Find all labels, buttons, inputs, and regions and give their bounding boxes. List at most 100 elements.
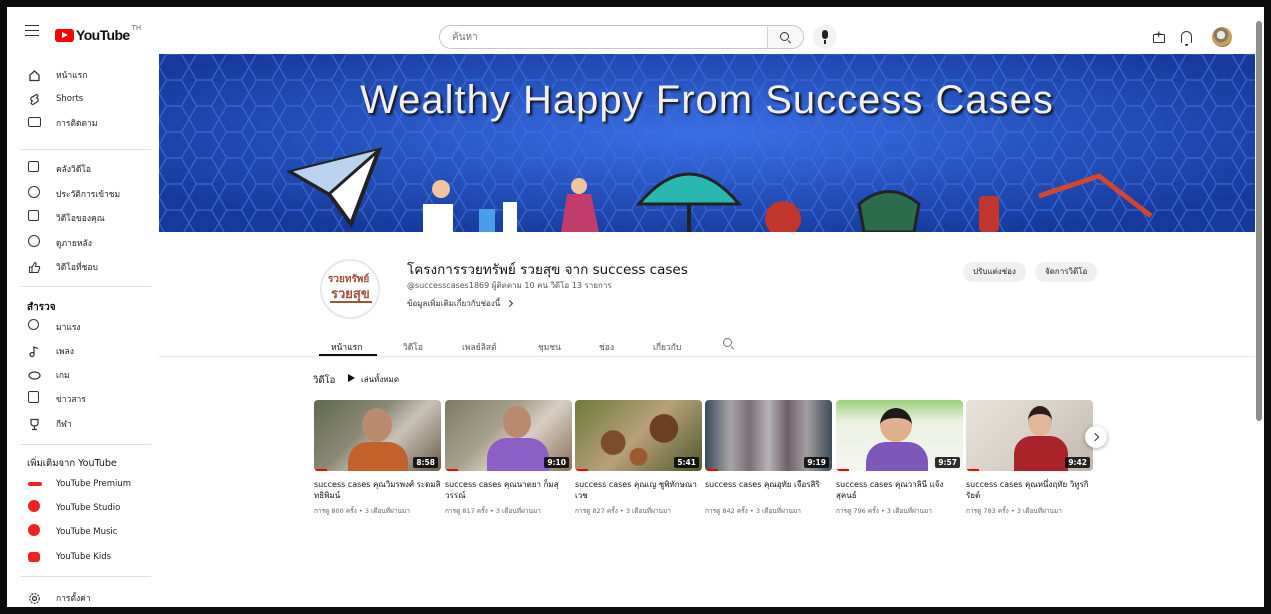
video-duration: 9:10 — [544, 457, 569, 468]
video-progress — [445, 469, 458, 471]
sidebar-item-youtube-kids[interactable]: YouTube Kids — [7, 545, 157, 569]
home-icon — [28, 67, 41, 82]
search-input[interactable] — [440, 26, 767, 48]
video-thumbnail[interactable]: 9:19 — [705, 400, 832, 471]
sidebar-item-settings[interactable]: การตั้งค่า — [7, 586, 157, 607]
voice-search-button[interactable] — [813, 25, 837, 49]
video-thumbnail[interactable]: 8:58 — [314, 400, 441, 471]
video-title[interactable]: success cases คุณหนึ่งฤทัย วิทูรกิรัยต์ — [966, 479, 1093, 501]
create-icon[interactable] — [1153, 30, 1165, 43]
video-duration: 5:41 — [674, 457, 699, 468]
video-title[interactable]: success cases คุณอุทัย เจือรสิริ — [705, 479, 832, 490]
sidebar-item-your-videos[interactable]: วิดีโอของคุณ — [7, 206, 157, 230]
country-code: TH — [131, 24, 142, 32]
video-card[interactable]: 9:10 success cases คุณนาตยา ก็มสุวรรณ์ ก… — [445, 400, 572, 530]
gear-icon — [28, 590, 41, 604]
thumbnail-face — [362, 408, 392, 442]
tab-community[interactable]: ชุมชน — [538, 340, 561, 354]
sidebar-item-shorts[interactable]: Shorts — [7, 87, 157, 111]
video-title[interactable]: success cases คุณวาลินี แจ้งสุคนธ์ — [836, 479, 963, 501]
tab-videos[interactable]: วิดีโอ — [403, 340, 423, 354]
sidebar-item-subscriptions[interactable]: การติดตาม — [7, 111, 157, 135]
play-all-label: เล่นทั้งหมด — [361, 375, 400, 384]
sidebar-divider — [21, 149, 151, 150]
video-card[interactable]: 9:57 success cases คุณวาลินี แจ้งสุคนธ์ … — [836, 400, 963, 530]
youtube-play-icon — [55, 28, 74, 42]
search-button[interactable] — [767, 26, 803, 48]
search-box — [439, 25, 804, 49]
sidebar-item-home[interactable]: หน้าแรก — [7, 63, 157, 87]
sidebar-item-watch-later[interactable]: ดูภายหลัง — [7, 231, 157, 255]
avatar[interactable] — [1212, 27, 1232, 47]
sidebar-item-label: Shorts — [56, 94, 84, 104]
chevron-right-icon — [505, 299, 513, 308]
tab-about[interactable]: เกี่ยวกับ — [653, 340, 681, 354]
menu-icon[interactable] — [25, 25, 39, 36]
sidebar-item-label: YouTube Kids — [56, 552, 112, 562]
your-videos-icon — [28, 210, 39, 221]
sidebar-item-label: เพลง — [56, 347, 74, 357]
sidebar-item-label: ดูภายหลัง — [56, 239, 92, 249]
video-card[interactable]: 9:19 success cases คุณอุทัย เจือรสิริ กา… — [705, 400, 832, 530]
video-thumbnail[interactable]: 9:10 — [445, 400, 572, 471]
shorts-icon — [28, 91, 41, 106]
bell-icon[interactable] — [1181, 31, 1192, 46]
sidebar-item-news[interactable]: ข่าวสาร — [7, 387, 157, 411]
sidebar-item-label: คลังวิดีโอ — [56, 165, 92, 175]
channel-more-info-link[interactable]: ข้อมูลเพิ่มเติมเกี่ยวกับช่องนี้ — [407, 297, 513, 310]
video-title[interactable]: success cases คุณนาตยา ก็มสุวรรณ์ — [445, 479, 572, 501]
sidebar-item-label: การตั้งค่า — [56, 594, 91, 604]
shelf-title: วิดีโอ — [313, 375, 336, 386]
library-icon — [28, 161, 39, 172]
sidebar-item-label: มาแรง — [56, 323, 81, 333]
youtube-logo[interactable]: YouTube TH — [55, 24, 142, 43]
video-thumbnail[interactable]: 9:57 — [836, 400, 963, 471]
video-card[interactable]: 5:41 success cases คุณเญ ชูพิทักษณาเวช ก… — [575, 400, 702, 530]
search-icon[interactable] — [723, 338, 732, 347]
video-title[interactable]: success cases คุณวิมรพงศ์ ระดมสิทธิพิมน์ — [314, 479, 441, 501]
video-duration: 9:19 — [804, 457, 829, 468]
more-info-text: ข้อมูลเพิ่มเติมเกี่ยวกับช่องนี้ — [407, 299, 501, 308]
video-card[interactable]: 8:58 success cases คุณวิมรพงศ์ ระดมสิทธิ… — [314, 400, 441, 530]
customize-channel-button[interactable]: ปรับแต่งช่อง — [963, 262, 1026, 282]
video-progress — [314, 469, 327, 471]
sidebar-item-label: เกม — [56, 371, 70, 381]
video-meta: การดู 842 ครั้ง • 3 เดือนที่ผ่านมา — [705, 507, 801, 515]
sidebar-item-trending[interactable]: มาแรง — [7, 315, 157, 339]
channel-banner: Wealthy Happy From Success Cases — [159, 54, 1255, 232]
video-progress — [705, 469, 718, 471]
sidebar-item-label: ประวัติการเข้าชม — [56, 190, 121, 200]
tab-channels[interactable]: ช่อง — [599, 340, 614, 354]
play-all-button[interactable]: เล่นทั้งหมด — [348, 373, 400, 386]
sidebar-item-label: YouTube Music — [56, 527, 118, 537]
video-card[interactable]: 9:42 success cases คุณหนึ่งฤทัย วิทูรกิร… — [966, 400, 1093, 530]
manage-videos-button[interactable]: จัดการวิดีโอ — [1035, 262, 1098, 282]
play-icon — [348, 374, 355, 382]
channel-avatar[interactable]: รวยทรัพย์ รวยสุข — [320, 259, 380, 319]
video-title[interactable]: success cases คุณเญ ชูพิทักษณาเวช — [575, 479, 702, 501]
video-progress — [575, 469, 588, 471]
youtube-music-icon — [28, 524, 40, 536]
video-thumbnail[interactable]: 9:42 — [966, 400, 1093, 471]
sidebar-item-music[interactable]: เพลง — [7, 339, 157, 363]
video-thumbnail[interactable]: 5:41 — [575, 400, 702, 471]
browser-page: YouTube TH หน้าแรก Shorts — [7, 7, 1264, 607]
youtube-premium-icon — [28, 482, 42, 486]
tab-playlists[interactable]: เพลย์ลิสต์ — [462, 340, 497, 354]
scrollbar[interactable] — [1256, 21, 1262, 421]
next-arrow-button[interactable] — [1085, 426, 1107, 448]
sidebar-item-youtube-studio[interactable]: YouTube Studio — [7, 496, 157, 520]
sidebar-item-gaming[interactable]: เกม — [7, 363, 157, 387]
history-icon — [28, 186, 40, 198]
sidebar-item-sports[interactable]: กีฬา — [7, 412, 157, 436]
news-icon — [28, 391, 39, 403]
sidebar-item-history[interactable]: ประวัติการเข้าชม — [7, 182, 157, 206]
sidebar-item-youtube-music[interactable]: YouTube Music — [7, 520, 157, 544]
tab-home[interactable]: หน้าแรก — [331, 340, 362, 354]
sidebar-item-library[interactable]: คลังวิดีโอ — [7, 157, 157, 181]
sidebar-item-youtube-premium[interactable]: YouTube Premium — [7, 472, 157, 496]
channel-handle: @successcases1869 — [407, 281, 490, 290]
sidebar-item-label: ข่าวสาร — [56, 395, 86, 405]
top-bar: YouTube TH — [7, 7, 1264, 53]
sidebar-item-liked[interactable]: วิดีโอที่ชอบ — [7, 255, 157, 279]
